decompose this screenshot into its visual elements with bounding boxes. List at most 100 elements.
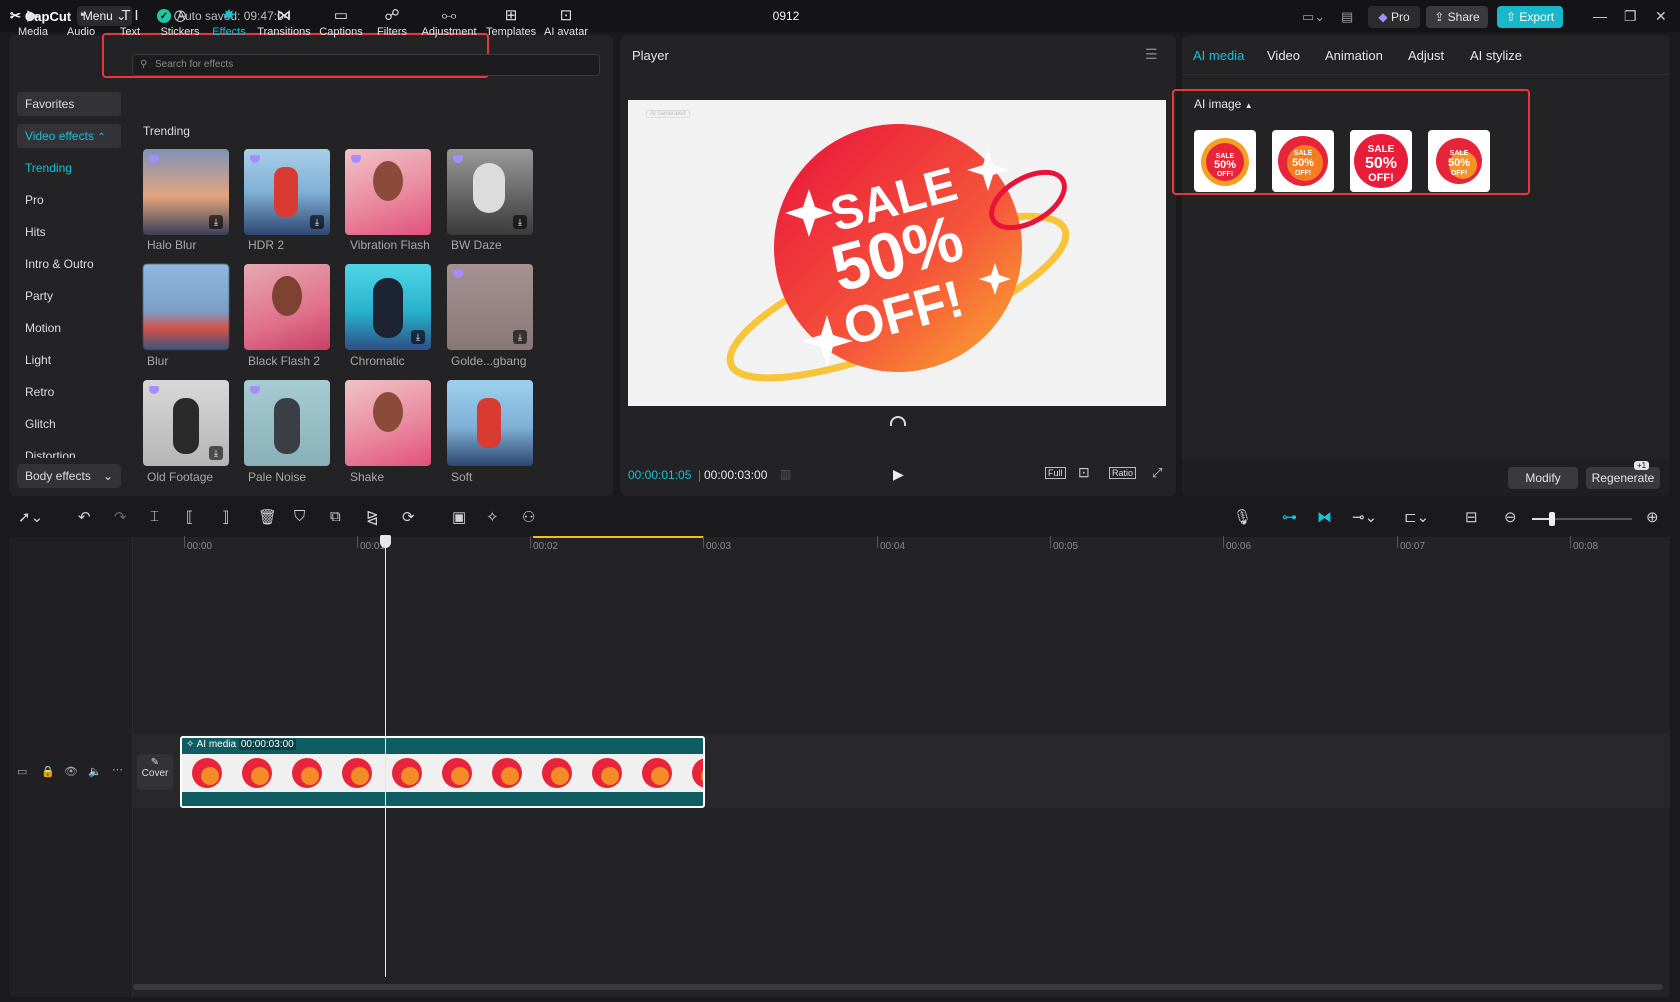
cover-button[interactable]: ✎ Cover bbox=[137, 754, 173, 790]
effect-thumb-black-flash-2[interactable] bbox=[244, 264, 330, 350]
tab-adjustment[interactable]: ⧟ Adjustment bbox=[418, 6, 480, 46]
playhead-handle[interactable] bbox=[380, 535, 391, 548]
lock-icon[interactable]: 🔒 bbox=[41, 765, 55, 778]
regenerate-button[interactable]: Regenerate bbox=[1586, 467, 1660, 489]
download-icon[interactable]: ⤓ bbox=[411, 330, 425, 344]
tab-ai-avatar[interactable]: ⊡ AI avatar bbox=[540, 6, 592, 46]
ai-image-heading[interactable]: AI image ▲ bbox=[1194, 97, 1253, 111]
ratio-button[interactable]: Ratio bbox=[1109, 467, 1137, 479]
effect-thumb-golden-gbang[interactable]: ⤓ bbox=[447, 264, 533, 350]
rotate-icon[interactable]: ⟳ bbox=[402, 508, 415, 526]
sidebar-item-party[interactable]: Party bbox=[17, 284, 121, 308]
restore-icon[interactable]: ❐ bbox=[1624, 8, 1637, 25]
ai-media-clip[interactable]: ✧ AI media 00:00:03:00 bbox=[180, 736, 705, 808]
tab-text[interactable]: T I Text bbox=[109, 6, 151, 46]
shortcut-icon[interactable]: ▤ bbox=[1341, 9, 1353, 25]
zoom-fit-icon[interactable]: ⊡ bbox=[1078, 464, 1090, 481]
timecode-grid-icon[interactable]: ▥ bbox=[780, 467, 791, 481]
effect-thumb-shake[interactable] bbox=[345, 380, 431, 466]
link-icon[interactable]: ⊸⌄ bbox=[1352, 508, 1377, 526]
sidebar-item-pro[interactable]: Pro bbox=[17, 188, 121, 212]
sidebar-body-effects[interactable]: Body effects ⌄ bbox=[17, 464, 121, 488]
tab-effects[interactable]: ✸ Effects bbox=[206, 6, 252, 46]
auto-reframe-icon[interactable]: ⚇ bbox=[522, 508, 535, 526]
download-icon[interactable]: ⤓ bbox=[209, 215, 223, 229]
zoom-slider-handle[interactable] bbox=[1549, 512, 1555, 526]
pro-button[interactable]: ◆ Pro bbox=[1368, 6, 1420, 28]
close-icon[interactable]: ✕ bbox=[1655, 8, 1667, 25]
play-icon[interactable]: ▶ bbox=[893, 466, 904, 483]
download-icon[interactable]: ⤓ bbox=[209, 446, 223, 460]
tab-filters[interactable]: ☍ Filters bbox=[370, 6, 414, 46]
effect-thumb-pale-noise[interactable] bbox=[244, 380, 330, 466]
tab-stickers[interactable]: ◷ Stickers bbox=[156, 6, 204, 46]
tab-adjust[interactable]: Adjust bbox=[1408, 48, 1444, 63]
playhead-line[interactable] bbox=[385, 540, 386, 977]
zoom-in-icon[interactable]: ⊕ bbox=[1646, 508, 1659, 526]
download-icon[interactable]: ⤓ bbox=[513, 330, 527, 344]
delete-icon[interactable]: 🗑 bbox=[258, 508, 277, 526]
effect-thumb-chromatic[interactable]: ⤓ bbox=[345, 264, 431, 350]
ai-image-thumb-2[interactable]: SALE 50% OFF! bbox=[1272, 130, 1334, 192]
split-icon[interactable]: ⌶ bbox=[150, 508, 159, 525]
layout-icon[interactable]: ▭⌄ bbox=[1302, 9, 1325, 25]
ai-image-thumb-1[interactable]: SALE 50% OFF! bbox=[1194, 130, 1256, 192]
sidebar-item-motion[interactable]: Motion bbox=[17, 316, 121, 340]
effect-thumb-bw-daze[interactable]: ⤓ bbox=[447, 149, 533, 235]
effect-thumb-old-footage[interactable]: ⤓ bbox=[143, 380, 229, 466]
sidebar-item-intro-outro[interactable]: Intro & Outro bbox=[17, 252, 121, 276]
download-icon[interactable]: ⤓ bbox=[310, 215, 324, 229]
tab-audio[interactable]: ◔ Audio bbox=[60, 6, 102, 46]
eye-icon[interactable]: 👁 bbox=[64, 765, 78, 778]
tab-ai-media[interactable]: AI media bbox=[1193, 48, 1244, 63]
hamburger-icon[interactable]: ☰ bbox=[1145, 46, 1158, 63]
ai-image-thumb-3[interactable]: SALE 50% OFF! bbox=[1350, 130, 1412, 192]
caption-preview-icon[interactable]: ⊟ bbox=[1465, 508, 1478, 526]
sidebar-item-retro[interactable]: Retro bbox=[17, 380, 121, 404]
redo-icon[interactable]: ↷ bbox=[114, 508, 127, 526]
volume-icon[interactable]: 🔈 bbox=[88, 765, 102, 778]
undo-icon[interactable]: ↶ bbox=[78, 508, 91, 526]
ai-image-thumb-4[interactable]: SALE 50% OFF! bbox=[1428, 130, 1490, 192]
timeline-scrollbar[interactable] bbox=[133, 984, 1663, 990]
export-button[interactable]: ⇧ Export bbox=[1497, 6, 1563, 28]
tab-transitions[interactable]: ⋈ Transitions bbox=[256, 6, 312, 46]
share-button[interactable]: ⇪ Share bbox=[1426, 6, 1488, 28]
tab-animation[interactable]: Animation bbox=[1325, 48, 1383, 63]
mask-icon[interactable]: ⛉ bbox=[294, 508, 305, 525]
sidebar-item-glitch[interactable]: Glitch bbox=[17, 412, 121, 436]
select-tool-icon[interactable]: ➚⌄ bbox=[18, 508, 43, 526]
tab-captions[interactable]: ▭ Captions bbox=[314, 6, 368, 46]
auto-snap-icon[interactable]: ⧓ bbox=[1317, 508, 1332, 526]
minimize-icon[interactable]: — bbox=[1593, 8, 1607, 24]
effect-thumb-vibration-flash[interactable] bbox=[345, 149, 431, 235]
preview-axis-icon[interactable]: ⊏⌄ bbox=[1404, 508, 1429, 526]
tab-templates[interactable]: ⊞ Templates bbox=[486, 6, 536, 46]
tab-ai-stylize[interactable]: AI stylize bbox=[1470, 48, 1522, 63]
split-right-icon[interactable]: ⟧ bbox=[222, 508, 229, 526]
main-track-magnet-icon[interactable]: ⊶ bbox=[1282, 508, 1297, 526]
zoom-out-icon[interactable]: ⊖ bbox=[1504, 508, 1517, 526]
sidebar-favorites[interactable]: Favorites bbox=[17, 92, 121, 116]
effect-thumb-hdr-2[interactable]: ⤓ bbox=[244, 149, 330, 235]
effect-thumb-blur[interactable] bbox=[143, 264, 229, 350]
download-icon[interactable]: ⤓ bbox=[513, 215, 527, 229]
crop-icon[interactable]: ⧉ bbox=[330, 508, 341, 525]
effect-thumb-halo-blur[interactable]: ⤓ bbox=[143, 149, 229, 235]
full-button[interactable]: Full bbox=[1045, 467, 1066, 479]
sidebar-video-effects[interactable]: Video effects ⌃ bbox=[17, 124, 121, 148]
effects-search-input[interactable]: ⚲ Search for effects bbox=[132, 54, 600, 76]
modify-button[interactable]: Modify bbox=[1508, 467, 1578, 489]
effect-thumb-soft[interactable] bbox=[447, 380, 533, 466]
sidebar-item-distortion[interactable]: Distortion bbox=[17, 444, 121, 458]
microphone-icon[interactable]: 🎙 bbox=[1233, 508, 1252, 526]
mirror-icon[interactable]: ⧎ bbox=[366, 508, 379, 526]
magic-wand-icon[interactable]: ✧ bbox=[486, 508, 499, 526]
sidebar-item-trending[interactable]: Trending bbox=[17, 156, 121, 180]
sidebar-item-hits[interactable]: Hits bbox=[17, 220, 121, 244]
rotate-handle-icon[interactable] bbox=[890, 416, 906, 426]
tab-video[interactable]: Video bbox=[1267, 48, 1300, 63]
more-icon[interactable]: ⋯ bbox=[112, 763, 123, 776]
sidebar-item-light[interactable]: Light bbox=[17, 348, 121, 372]
hd-icon[interactable]: ▣ bbox=[452, 508, 466, 526]
